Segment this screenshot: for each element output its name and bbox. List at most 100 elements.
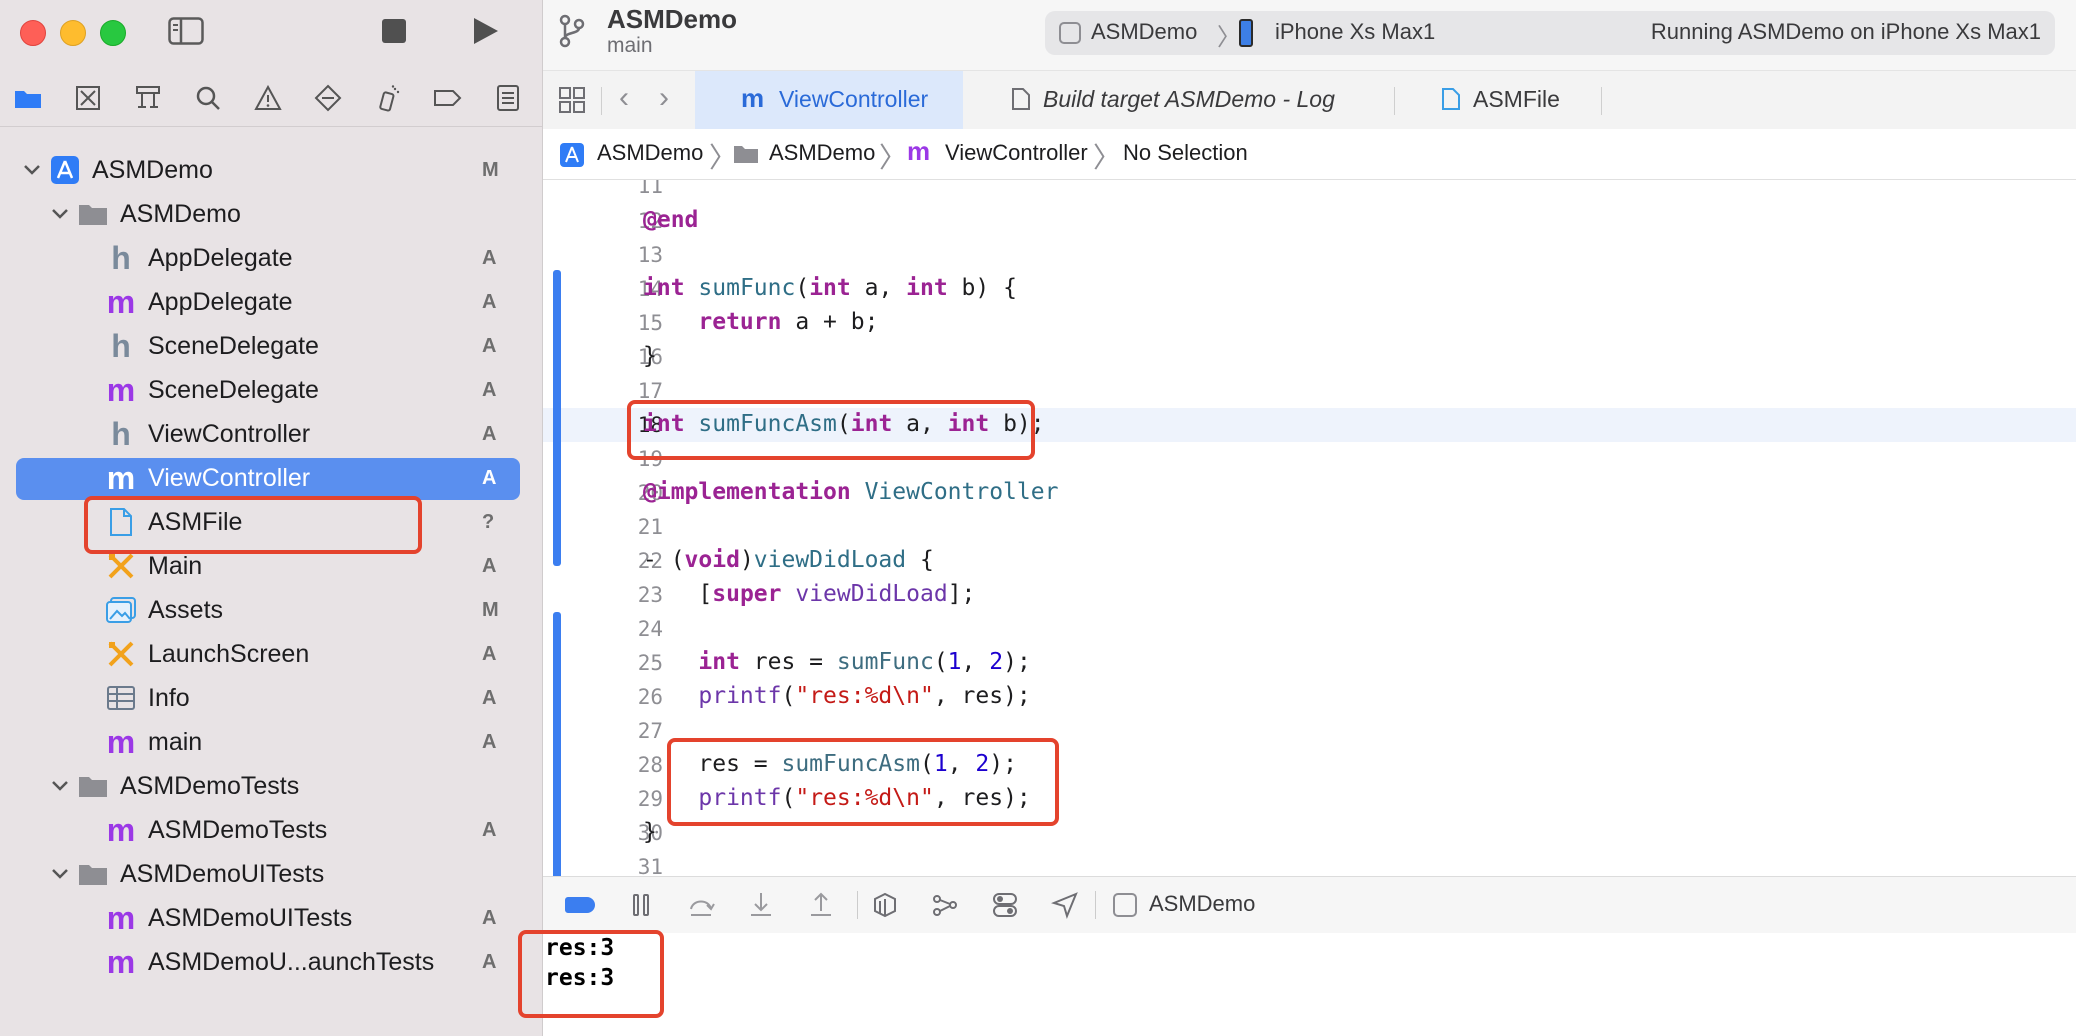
- tree-item-label: ASMDemoU...aunchTests: [148, 947, 435, 976]
- folder-icon: [734, 146, 758, 163]
- scm-status-badge: A: [482, 422, 497, 445]
- source-control-icon: [76, 86, 100, 110]
- code-line: }: [643, 343, 657, 369]
- objc-source-icon: m: [106, 723, 136, 760]
- debug-target-label[interactable]: ASMDemo: [1149, 891, 1255, 917]
- tree-item-file[interactable]: LaunchScreen A: [0, 634, 542, 674]
- scheme-selector[interactable]: ASMDemo: [1091, 19, 1197, 45]
- scm-status-badge: A: [482, 686, 497, 709]
- tree-item-file[interactable]: m AppDelegate A: [0, 282, 542, 322]
- close-window-button[interactable]: [20, 20, 46, 46]
- pause-icon[interactable]: [627, 891, 655, 919]
- tree-item-group[interactable]: ASMDemoUITests: [0, 854, 542, 894]
- zoom-window-button[interactable]: [100, 20, 126, 46]
- stop-button[interactable]: [382, 19, 406, 43]
- change-indicator: [553, 612, 561, 876]
- chevron-right-icon: 〉: [879, 142, 908, 173]
- view-hierarchy-icon[interactable]: [871, 891, 899, 919]
- breakpoint-icon: [434, 90, 462, 106]
- step-into-icon[interactable]: [747, 891, 775, 919]
- related-items-icon[interactable]: [559, 87, 585, 113]
- find-navigator-tab[interactable]: [190, 80, 226, 116]
- tree-item-file[interactable]: m SceneDelegate A: [0, 370, 542, 410]
- jumpbar-group[interactable]: ASMDemo: [769, 140, 875, 166]
- highlight-box: [667, 738, 1059, 826]
- line-number: 24: [637, 617, 663, 641]
- test-navigator-tab[interactable]: [310, 80, 346, 116]
- run-button[interactable]: [470, 16, 500, 46]
- report-navigator-tab[interactable]: [490, 80, 526, 116]
- tree-item-label: Info: [148, 683, 190, 712]
- disclosure-open-icon[interactable]: [50, 204, 70, 224]
- app-scheme-icon: [1059, 22, 1081, 44]
- tab-label: ASMFile: [1473, 86, 1560, 112]
- tree-item-file[interactable]: h SceneDelegate A: [0, 326, 542, 366]
- iphone-icon: [1239, 19, 1253, 47]
- step-over-icon[interactable]: [687, 891, 715, 919]
- disclosure-open-icon[interactable]: [22, 160, 42, 180]
- tree-item-label: ASMDemoUITests: [148, 903, 353, 932]
- line-number: 31: [637, 855, 663, 876]
- scm-status-badge: A: [482, 642, 497, 665]
- objc-source-icon: m: [106, 283, 136, 320]
- environment-overrides-icon[interactable]: [991, 891, 1019, 919]
- code-line: @implementation ViewController: [643, 479, 1059, 505]
- objc-source-icon: m: [106, 371, 136, 408]
- sidebar-toggle-icon[interactable]: [168, 17, 204, 45]
- project-navigator-tab[interactable]: [10, 80, 46, 116]
- forward-arrow-icon[interactable]: ›: [659, 81, 669, 115]
- tree-item-label: ASMDemoTests: [148, 815, 328, 844]
- line-number: 13: [637, 243, 663, 267]
- highlight-box: [518, 930, 664, 1018]
- memory-graph-icon[interactable]: [931, 891, 959, 919]
- back-arrow-icon[interactable]: ‹: [619, 81, 629, 115]
- disclosure-open-icon[interactable]: [50, 776, 70, 796]
- tree-item-file[interactable]: m main A: [0, 722, 542, 762]
- simulate-location-icon[interactable]: [1051, 891, 1079, 919]
- tree-item-file[interactable]: m ASMDemoUITests A: [0, 898, 542, 938]
- scm-status-badge: A: [482, 290, 497, 313]
- objc-source-icon: m: [106, 899, 136, 936]
- tree-item-file-selected[interactable]: m ViewController A: [0, 458, 542, 500]
- destination-selector[interactable]: iPhone Xs Max1: [1275, 19, 1435, 45]
- tree-item-file[interactable]: m ASMDemoTests A: [0, 810, 542, 850]
- editor-tab-bar: ‹ › m ViewController Build target ASMDem…: [543, 70, 2076, 130]
- source-editor[interactable]: 11 12 13 14 15 16 17 18 19 20 21 22 23 2…: [543, 180, 2076, 876]
- tree-item-label: AppDelegate: [148, 287, 293, 316]
- tree-item-file[interactable]: Info A: [0, 678, 542, 718]
- debug-navigator-tab[interactable]: [370, 80, 406, 116]
- jumpbar-file[interactable]: ViewController: [945, 140, 1088, 166]
- tree-item-file[interactable]: Assets M: [0, 590, 542, 630]
- tab-asmfile[interactable]: ASMFile: [1395, 71, 1601, 129]
- scm-status-badge: A: [482, 950, 497, 973]
- tree-item-group[interactable]: ASMDemo: [0, 194, 542, 234]
- breakpoint-navigator-tab[interactable]: [430, 80, 466, 116]
- run-status-text: Running ASMDemo on iPhone Xs Max1: [1650, 19, 2041, 44]
- breakpoints-toggle-icon[interactable]: [565, 897, 595, 913]
- source-control-navigator-tab[interactable]: [70, 80, 106, 116]
- tree-item-project[interactable]: ASMDemo M: [0, 150, 542, 190]
- tree-item-label: main: [148, 727, 203, 756]
- minimize-window-button[interactable]: [60, 20, 86, 46]
- tab-label: ViewController: [779, 86, 929, 112]
- objc-source-icon: m: [106, 459, 136, 496]
- tree-item-label: ASMDemoTests: [120, 771, 300, 800]
- tab-build-log[interactable]: Build target ASMDemo - Log: [963, 71, 1335, 129]
- folder-icon: [15, 91, 41, 108]
- folder-icon: [76, 197, 110, 231]
- debug-console[interactable]: res:3 res:3: [543, 933, 2076, 1036]
- header-file-icon: h: [111, 239, 131, 276]
- disclosure-open-icon[interactable]: [50, 864, 70, 884]
- tab-viewcontroller[interactable]: m ViewController: [695, 71, 963, 129]
- tree-item-file[interactable]: h AppDelegate A: [0, 238, 542, 278]
- tree-item-group[interactable]: ASMDemoTests: [0, 766, 542, 806]
- chevron-right-icon: 〉: [1093, 142, 1122, 173]
- step-out-icon[interactable]: [807, 891, 835, 919]
- tree-item-file[interactable]: h ViewController A: [0, 414, 542, 454]
- folder-icon: [76, 769, 110, 803]
- jumpbar-project[interactable]: ASMDemo: [597, 140, 703, 166]
- issue-navigator-tab[interactable]: [250, 80, 286, 116]
- jumpbar-symbol[interactable]: No Selection: [1123, 140, 1248, 166]
- symbol-navigator-tab[interactable]: [130, 80, 166, 116]
- tree-item-file[interactable]: m ASMDemoU...aunchTests A: [0, 942, 542, 982]
